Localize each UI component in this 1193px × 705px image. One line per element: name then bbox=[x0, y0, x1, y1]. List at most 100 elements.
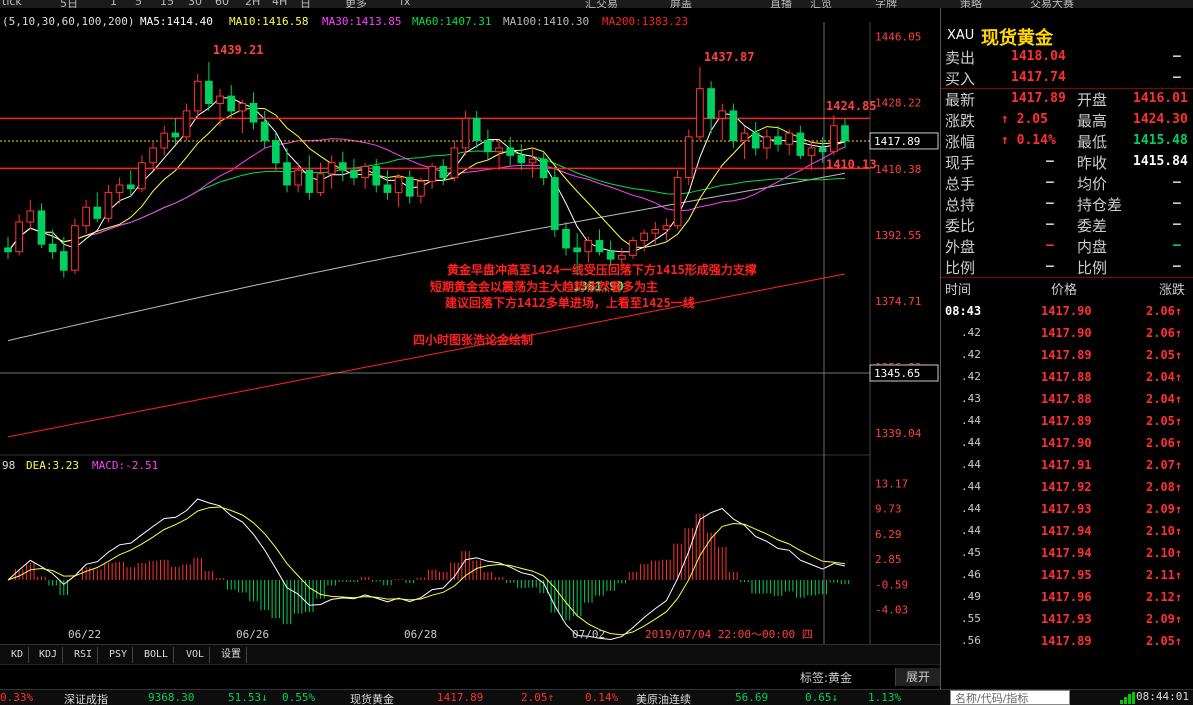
candle-body bbox=[673, 177, 682, 227]
candle-body bbox=[428, 165, 436, 182]
quote-value: — bbox=[1173, 196, 1181, 211]
toolbar-item-4[interactable]: 15 bbox=[160, 0, 174, 8]
expand-button[interactable]: 展开 bbox=[895, 668, 940, 686]
chart-canvas[interactable]: (5,10,30,60,100,200) MA5:1414.40 MA10:1416… bbox=[0, 8, 940, 644]
candle-body bbox=[495, 147, 503, 153]
tick-row[interactable]: .44 1417.91 2.07↑ bbox=[941, 454, 1193, 476]
ma-legend-item-2: MA10:1416.58 bbox=[229, 15, 308, 28]
toolbar-item-18[interactable]: 直播 bbox=[770, 0, 792, 8]
toolbar-right-item-1[interactable]: 交易大赛 bbox=[1030, 0, 1074, 8]
tick-change: 2.06↑ bbox=[1146, 326, 1183, 340]
tick-change: 2.06↑ bbox=[1146, 304, 1183, 318]
toolbar-right-item-0[interactable]: 策略 bbox=[960, 0, 982, 8]
current-price-tag: 1417.89 bbox=[869, 132, 939, 150]
ticker-item: 56.69 bbox=[735, 691, 769, 704]
toolbar-item-5[interactable]: 30 bbox=[188, 0, 202, 8]
indicator-tab-boll[interactable]: BOLL bbox=[139, 647, 175, 663]
candle-body bbox=[193, 80, 202, 112]
ma-legend-item-0: (5,10,30,60,100,200) bbox=[2, 15, 134, 28]
annotation-line-4: 四小时图张浩论金绘制 bbox=[413, 332, 533, 347]
indicator-tab-kdj[interactable]: KDJ bbox=[34, 647, 64, 663]
indicator-tab-vol[interactable]: VOL bbox=[181, 647, 211, 663]
toolbar-item-20[interactable]: 汇览 bbox=[810, 0, 832, 8]
annotation-line-2: 短期黄金会以震荡为主大趋势依然看多为主 bbox=[430, 279, 658, 294]
toolbar-item-3[interactable]: 5 bbox=[135, 0, 142, 8]
quote-row: 总持 — 持仓差 — bbox=[941, 193, 1193, 214]
quote-value: 1415.84 bbox=[1133, 154, 1188, 169]
macd-tick-label: 6.29 bbox=[875, 528, 902, 541]
tick-row[interactable]: .42 1417.90 2.06↑ bbox=[941, 322, 1193, 344]
tick-row[interactable]: .44 1417.89 2.05↑ bbox=[941, 410, 1193, 432]
tick-row[interactable]: .56 1417.89 2.05↑ bbox=[941, 630, 1193, 652]
candle-body bbox=[260, 121, 269, 142]
candle-body bbox=[227, 95, 236, 112]
candle-body bbox=[472, 117, 481, 142]
signal-strength-icon bbox=[1120, 692, 1135, 704]
price-tick-label: 1339.04 bbox=[875, 427, 922, 440]
indicator-tab-psy[interactable]: PSY bbox=[104, 647, 134, 663]
toolbar-item-2[interactable]: 1 bbox=[110, 0, 117, 8]
quote-label: 比例 bbox=[1077, 259, 1108, 277]
tick-change: 2.09↑ bbox=[1146, 612, 1183, 626]
tick-row[interactable]: .49 1417.96 2.12↑ bbox=[941, 586, 1193, 608]
ma5-line bbox=[7, 97, 846, 253]
candle-body bbox=[461, 117, 470, 149]
tick-time: .42 bbox=[961, 326, 981, 339]
toolbar-item-9[interactable]: 日 bbox=[300, 0, 311, 8]
ma-legend-item-6: MA200:1383.23 bbox=[602, 15, 688, 28]
tick-row[interactable]: .44 1417.94 2.10↑ bbox=[941, 520, 1193, 542]
tick-row[interactable]: 08:43 1417.90 2.06↑ bbox=[941, 300, 1193, 322]
tick-row[interactable]: .55 1417.93 2.09↑ bbox=[941, 608, 1193, 630]
kline-chart-area[interactable]: (5,10,30,60,100,200) MA5:1414.40 MA10:1416… bbox=[0, 8, 940, 644]
toolbar-item-0[interactable]: tick bbox=[2, 0, 22, 8]
ticker-item: 51.53↓ bbox=[228, 691, 268, 704]
tick-row[interactable]: .44 1417.93 2.09↑ bbox=[941, 498, 1193, 520]
candle-body bbox=[606, 251, 615, 260]
toolbar-item-16[interactable]: 屏盖 bbox=[670, 0, 692, 8]
indicator-tab-kd[interactable]: KD bbox=[6, 647, 30, 663]
indicator-tab-rsi[interactable]: RSI bbox=[69, 647, 99, 663]
tick-time: .43 bbox=[961, 392, 981, 405]
candle-body bbox=[205, 80, 213, 104]
tick-row[interactable]: .44 1417.92 2.08↑ bbox=[941, 476, 1193, 498]
toolbar-item-6[interactable]: 60 bbox=[215, 0, 229, 8]
tick-price: 1417.93 bbox=[1041, 502, 1092, 516]
tick-change: 2.10↑ bbox=[1146, 524, 1183, 538]
toolbar-item-8[interactable]: 4H bbox=[272, 0, 287, 8]
toolbar-item-10[interactable]: 更多 bbox=[345, 0, 367, 8]
toolbar-item-22[interactable]: 字牌 bbox=[875, 0, 897, 8]
candle-body bbox=[350, 169, 358, 179]
tick-time: .46 bbox=[961, 568, 981, 581]
candle-body bbox=[149, 147, 157, 164]
tick-header-price: 价格 bbox=[1051, 283, 1078, 298]
ticker-item: 美原油连续 bbox=[636, 693, 691, 705]
tick-row[interactable]: .46 1417.95 2.11↑ bbox=[941, 564, 1193, 586]
tick-row[interactable]: .44 1417.90 2.06↑ bbox=[941, 432, 1193, 454]
tick-row[interactable]: .43 1417.88 2.04↑ bbox=[941, 388, 1193, 410]
tick-row[interactable]: .45 1417.94 2.10↑ bbox=[941, 542, 1193, 564]
indicator-tab-设置[interactable]: 设置 bbox=[216, 647, 247, 663]
quote-row: 涨幅 ↑ 0.14% 最低 1415.48 bbox=[941, 130, 1193, 151]
ma30-line bbox=[7, 138, 846, 253]
date-axis: 06/22 06/26 06/28 07/02 2019/07/04 22:00～00:… bbox=[68, 628, 813, 641]
indicator-tabbar: KD KDJ RSI PSY BOLL VOL 设置 bbox=[0, 644, 940, 664]
ma-legend-item-5: MA100:1410.30 bbox=[503, 15, 589, 28]
quote-label: 委比 bbox=[945, 217, 976, 235]
macd-tick-label: 2.85 bbox=[875, 553, 902, 566]
quote-row: 委比 — 委差 — bbox=[941, 214, 1193, 235]
tick-change: 2.05↑ bbox=[1146, 414, 1183, 428]
toolbar-item-14[interactable]: 汇交易 bbox=[585, 0, 618, 8]
toolbar-item-1[interactable]: 5日 bbox=[60, 0, 78, 8]
tick-price: 1417.88 bbox=[1041, 392, 1092, 406]
candle-body bbox=[15, 221, 24, 253]
bottom-tag-bar: 标签:黄金 展开 bbox=[0, 664, 940, 688]
tick-row[interactable]: .42 1417.88 2.04↑ bbox=[941, 366, 1193, 388]
macd-pane: 98 DEA:3.23 MACD:-2.51 13.17 9.73 6.29 2.85 -0.… bbox=[2, 459, 908, 641]
tick-row[interactable]: .42 1417.89 2.05↑ bbox=[941, 344, 1193, 366]
toolbar-item-11[interactable]: fx bbox=[400, 0, 410, 8]
toolbar-item-7[interactable]: 2H bbox=[245, 0, 260, 8]
tick-time: .55 bbox=[961, 612, 981, 625]
search-input[interactable]: 名称/代码/指标 bbox=[950, 690, 1070, 705]
candle-body bbox=[104, 191, 113, 219]
tick-time: .44 bbox=[961, 502, 981, 515]
